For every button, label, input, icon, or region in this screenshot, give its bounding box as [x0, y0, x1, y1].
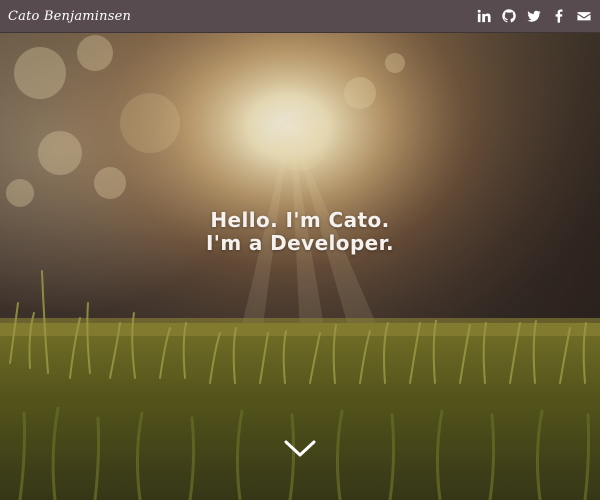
scroll-down-button[interactable] [283, 438, 317, 460]
twitter-icon [527, 9, 541, 23]
hero-role: I'm a Developer. [205, 231, 395, 255]
hero-heading: Hello. I'm Cato. I'm a Developer. [0, 209, 600, 255]
github-link[interactable] [501, 8, 517, 24]
hero-greeting: Hello. I'm Cato. [210, 208, 390, 232]
twitter-link[interactable] [526, 8, 542, 24]
hero-section: Hello. I'm Cato. I'm a Developer. [0, 33, 600, 500]
email-icon [577, 9, 591, 23]
brand-logo[interactable]: Cato Benjaminsen [8, 9, 131, 24]
facebook-icon [552, 9, 566, 23]
social-links [476, 8, 592, 24]
linkedin-link[interactable] [476, 8, 492, 24]
email-link[interactable] [576, 8, 592, 24]
facebook-link[interactable] [551, 8, 567, 24]
linkedin-icon [477, 9, 491, 23]
hero-background-image [0, 33, 600, 500]
chevron-down-icon [284, 439, 316, 459]
github-icon [502, 9, 516, 23]
top-navbar: Cato Benjaminsen [0, 0, 600, 33]
